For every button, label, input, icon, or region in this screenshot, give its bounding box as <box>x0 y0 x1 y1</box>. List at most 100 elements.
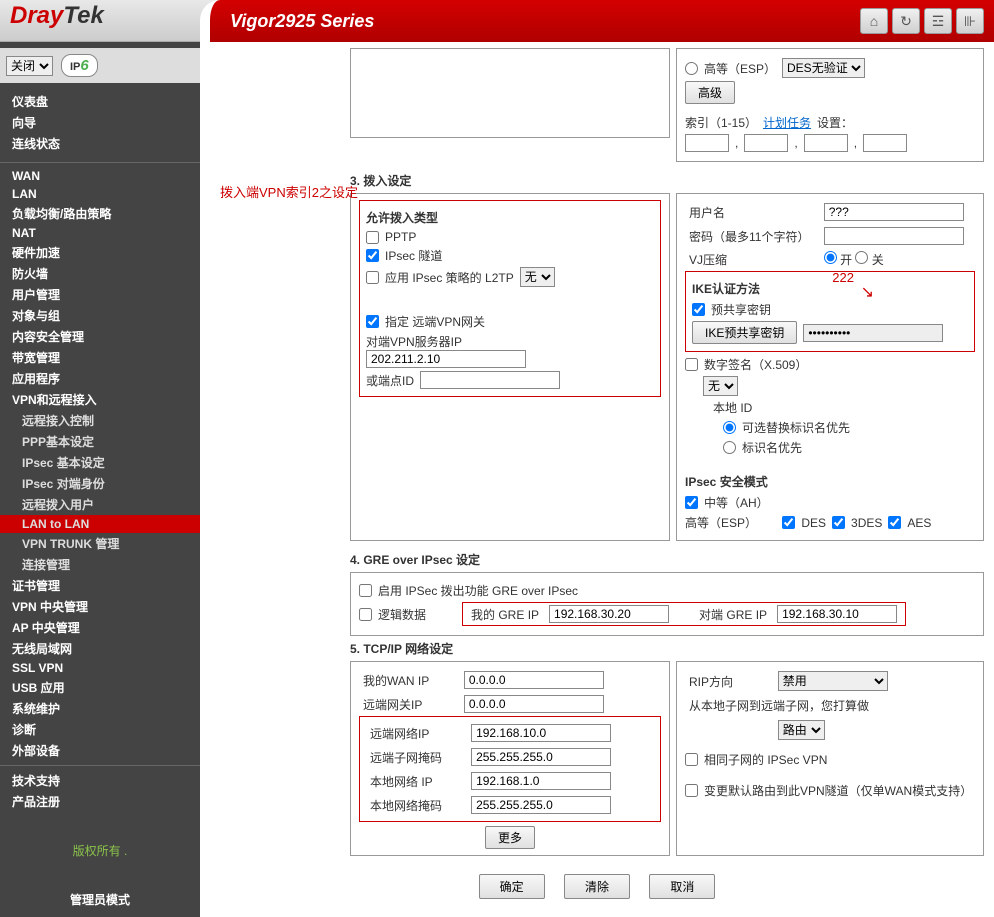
nav-ipsec-basic[interactable]: IPsec 基本设定 <box>0 452 200 473</box>
l2tp-policy-select[interactable]: 无 <box>520 267 555 287</box>
des-select[interactable]: DES无验证 <box>782 58 865 78</box>
dialout-right-partial: 高等（ESP） DES无验证 高级 索引（1-15） 计划任务 设置： , , … <box>676 48 984 162</box>
psk-input[interactable] <box>803 324 943 342</box>
nav-lan-to-lan[interactable]: LAN to LAN <box>0 515 200 533</box>
aes-checkbox[interactable] <box>888 516 901 529</box>
nav-dashboard[interactable]: 仪表盘 <box>0 91 200 112</box>
home-icon[interactable]: ⌂ <box>860 8 888 34</box>
subj-radio[interactable] <box>723 441 736 454</box>
cancel-button[interactable]: 取消 <box>649 874 715 899</box>
vj-off-radio[interactable] <box>855 251 868 264</box>
username-input[interactable] <box>824 203 964 221</box>
nav-vpn-central[interactable]: VPN 中央管理 <box>0 596 200 617</box>
ah-checkbox[interactable] <box>685 496 698 509</box>
nav-csm[interactable]: 内容安全管理 <box>0 326 200 347</box>
des-checkbox[interactable] <box>782 516 795 529</box>
brand-logo: DrayTek <box>10 2 104 30</box>
x509-checkbox[interactable] <box>685 358 698 371</box>
nav-hwaccel[interactable]: 硬件加速 <box>0 242 200 263</box>
nav-nat[interactable]: NAT <box>0 224 200 242</box>
nav-external[interactable]: 外部设备 <box>0 740 200 761</box>
schedule-idx2[interactable] <box>744 134 788 152</box>
nav-wan[interactable]: WAN <box>0 167 200 185</box>
localmask-input[interactable] <box>471 796 611 814</box>
remotenet-input[interactable] <box>471 724 611 742</box>
action-buttons: 确定 清除 取消 <box>210 862 984 911</box>
localmask-label: 本地网络掩码 <box>366 793 467 817</box>
route-select[interactable]: 路由 <box>778 720 825 740</box>
section4-title: 4. GRE over IPsec 设定 <box>350 547 984 572</box>
pptp-checkbox[interactable] <box>366 231 379 244</box>
nav-register[interactable]: 产品注册 <box>0 791 200 812</box>
mygre-input[interactable] <box>549 605 669 623</box>
mygre-label: 我的 GRE IP <box>471 606 539 623</box>
nav-ipsec-peer[interactable]: IPsec 对端身份 <box>0 473 200 494</box>
nav-vpn-trunk[interactable]: VPN TRUNK 管理 <box>0 533 200 554</box>
l2tp-checkbox[interactable] <box>366 271 379 284</box>
x509-select[interactable]: 无 <box>703 376 738 396</box>
peer-ip-input[interactable] <box>366 350 526 368</box>
nav-sslvpn[interactable]: SSL VPN <box>0 659 200 677</box>
peergre-label: 对端 GRE IP <box>699 606 767 623</box>
nav-loadbalance[interactable]: 负载均衡/路由策略 <box>0 203 200 224</box>
high-esp-label: 高等（ESP） <box>704 60 776 77</box>
nav-remote-access[interactable]: 远程接入控制 <box>0 410 200 431</box>
nav-wlan[interactable]: 无线局域网 <box>0 638 200 659</box>
remotegw-input[interactable] <box>464 695 604 713</box>
ipv6-badge[interactable]: IP6 <box>61 54 98 77</box>
nav-remote-dialin[interactable]: 远程拨入用户 <box>0 494 200 515</box>
nav-firewall[interactable]: 防火墙 <box>0 263 200 284</box>
ok-button[interactable]: 确定 <box>479 874 545 899</box>
nav-cert[interactable]: 证书管理 <box>0 575 200 596</box>
clear-button[interactable]: 清除 <box>564 874 630 899</box>
change-default-checkbox[interactable] <box>685 784 698 797</box>
nav-objects[interactable]: 对象与组 <box>0 305 200 326</box>
x509-label: 数字签名（X.509） <box>704 356 807 373</box>
peergre-input[interactable] <box>777 605 897 623</box>
nav-diag[interactable]: 诊断 <box>0 719 200 740</box>
remotemask-input[interactable] <box>471 748 611 766</box>
3des-checkbox[interactable] <box>832 516 845 529</box>
gre-enable-checkbox[interactable] <box>359 584 372 597</box>
schedule-idx1[interactable] <box>685 134 729 152</box>
schedule-link[interactable]: 计划任务 <box>763 114 811 131</box>
nav-support[interactable]: 技术支持 <box>0 770 200 791</box>
peer-id-input[interactable] <box>420 371 560 389</box>
nav-conn-mgmt[interactable]: 连接管理 <box>0 554 200 575</box>
peer-ip-label: 对端VPN服务器IP <box>366 333 654 350</box>
nav-vpn[interactable]: VPN和远程接入 <box>0 389 200 410</box>
same-subnet-checkbox[interactable] <box>685 753 698 766</box>
settings-icon[interactable]: ☲ <box>924 8 952 34</box>
nav-online-status[interactable]: 连线状态 <box>0 133 200 154</box>
nav-sysmaint[interactable]: 系统维护 <box>0 698 200 719</box>
nav-usb[interactable]: USB 应用 <box>0 677 200 698</box>
sidebar-mode-select[interactable]: 关闭 <box>6 56 53 76</box>
logic-checkbox[interactable] <box>359 608 372 621</box>
section3-title: 3. 拨入设定 <box>350 168 984 193</box>
schedule-idx3[interactable] <box>804 134 848 152</box>
admin-mode[interactable]: 管理员模式 <box>0 889 200 910</box>
refresh-icon[interactable]: ↻ <box>892 8 920 34</box>
alt-subj-radio[interactable] <box>723 421 736 434</box>
rip-select[interactable]: 禁用 <box>778 671 888 691</box>
ipsec-checkbox[interactable] <box>366 249 379 262</box>
vj-on-radio[interactable] <box>824 251 837 264</box>
nav-bandwidth[interactable]: 带宽管理 <box>0 347 200 368</box>
schedule-idx4[interactable] <box>863 134 907 152</box>
high-esp-radio[interactable] <box>685 62 698 75</box>
psk-checkbox[interactable] <box>692 303 705 316</box>
nav-apps[interactable]: 应用程序 <box>0 368 200 389</box>
advanced-button[interactable]: 高级 <box>685 81 735 104</box>
mywan-input[interactable] <box>464 671 604 689</box>
remote-gw-checkbox[interactable] <box>366 315 379 328</box>
nav-ppp-basic[interactable]: PPP基本设定 <box>0 431 200 452</box>
localnet-input[interactable] <box>471 772 611 790</box>
nav-lan[interactable]: LAN <box>0 185 200 203</box>
more-button[interactable]: 更多 <box>485 826 535 849</box>
nav-ap-central[interactable]: AP 中央管理 <box>0 617 200 638</box>
ike-psk-button[interactable]: IKE预共享密钥 <box>692 321 797 344</box>
nav-usermgmt[interactable]: 用户管理 <box>0 284 200 305</box>
password-input[interactable] <box>824 227 964 245</box>
nav-wizard[interactable]: 向导 <box>0 112 200 133</box>
sliders-icon[interactable]: ⊪ <box>956 8 984 34</box>
